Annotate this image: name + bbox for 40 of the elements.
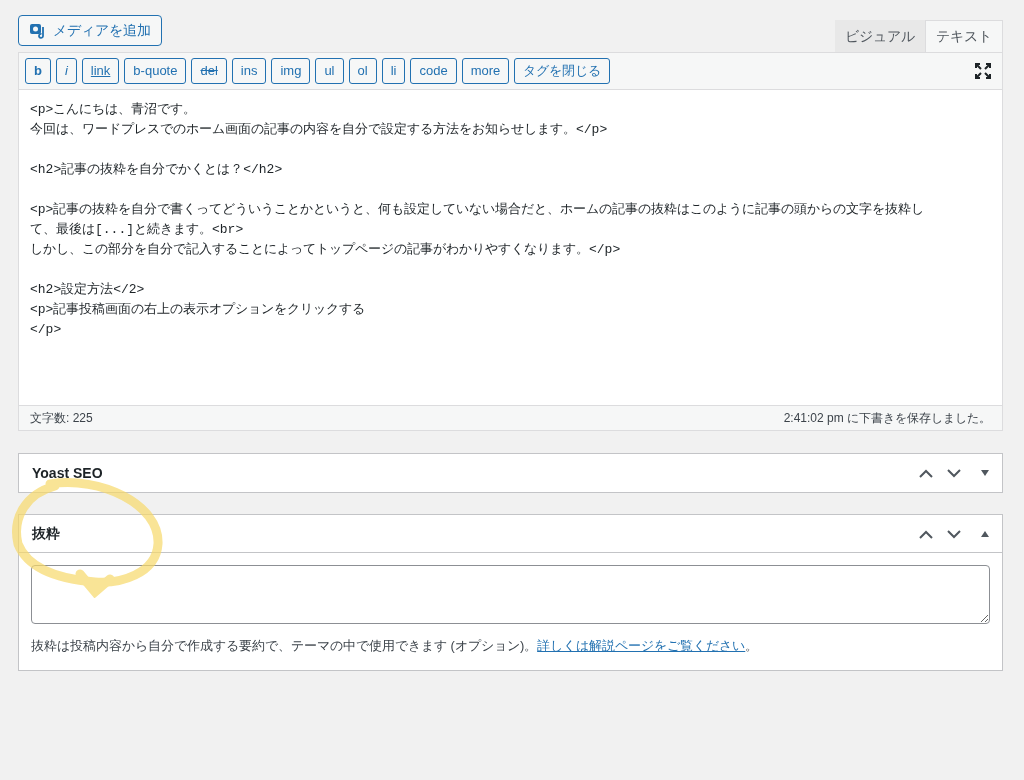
panel-title[interactable]: 抜粋 bbox=[32, 523, 60, 544]
code-line: <p>こんにちは、青沼です。 bbox=[30, 101, 198, 119]
code-line: <p>記事投稿画面の右上の表示オプションをクリックする bbox=[30, 301, 367, 319]
editor-tab[interactable]: ビジュアル bbox=[835, 20, 925, 52]
expand-icon[interactable] bbox=[980, 469, 990, 477]
add-media-button[interactable]: メディアを追加 bbox=[18, 15, 162, 46]
excerpt-input[interactable] bbox=[31, 565, 990, 624]
word-count: 文字数: 225 bbox=[30, 410, 93, 427]
media-icon bbox=[29, 21, 47, 40]
quicktag-button[interactable]: li bbox=[381, 58, 406, 84]
quicktag-button[interactable]: i bbox=[55, 58, 77, 84]
help-link[interactable]: 詳しくは解説ページをご覧ください bbox=[537, 638, 746, 653]
move-up-icon[interactable] bbox=[918, 528, 934, 539]
quicktag-button[interactable]: ul bbox=[315, 58, 344, 84]
collapse-icon[interactable] bbox=[980, 529, 990, 538]
quicktag-button[interactable]: タグを閉じる bbox=[514, 58, 611, 84]
code-line: <p>記事の抜粋を自分で書くってどういうことかというと、何も設定していない場合だと、ホームの記事の抜粋はこのように記事の頭からの文字を抜粋し bbox=[30, 201, 926, 219]
save-status: 2:41:02 pm に下書きを保存しました。 bbox=[783, 410, 991, 427]
code-line: しかし、この部分を自分で記入することによってトップページの記事がわかりやすくなります。</p> bbox=[30, 241, 622, 259]
quicktag-button[interactable]: img bbox=[271, 58, 311, 84]
move-down-icon[interactable] bbox=[946, 528, 962, 539]
code-line: 今回は、ワードプレスでのホーム画面の記事の内容を自分で設定する方法をお知らせします。</p> bbox=[30, 121, 609, 139]
fullscreen-icon[interactable] bbox=[974, 62, 992, 80]
quicktag-button[interactable]: b-quote bbox=[124, 58, 187, 84]
quicktag-button[interactable]: ol bbox=[348, 58, 377, 84]
excerpt-help-text: 抜粋は投稿内容から自分で作成する要約で、テーマの中で使用できます (オプション)。詳しくは解説ページをご覧ください。 bbox=[31, 637, 760, 655]
code-line: <h2>記事の抜粋を自分でかくとは？</h2> bbox=[30, 161, 284, 179]
quicktag-button[interactable]: b bbox=[25, 58, 51, 84]
quicktag-button[interactable]: more bbox=[461, 58, 510, 84]
code-line: て、最後は[...]と続きます。<br> bbox=[30, 221, 245, 239]
code-line: <h2>設定方法</2> bbox=[30, 281, 146, 299]
quicktag-button[interactable]: ins bbox=[231, 58, 267, 84]
panel-title[interactable]: Yoast SEO bbox=[32, 462, 103, 484]
move-down-icon[interactable] bbox=[946, 468, 962, 478]
code-line: </p> bbox=[30, 321, 63, 339]
quicktag-button[interactable]: del bbox=[191, 58, 227, 84]
quicktag-button[interactable]: code bbox=[410, 58, 457, 84]
quicktag-button[interactable]: link bbox=[81, 58, 120, 84]
editor-tab[interactable]: テキスト bbox=[925, 20, 1003, 52]
move-up-icon[interactable] bbox=[918, 468, 934, 478]
